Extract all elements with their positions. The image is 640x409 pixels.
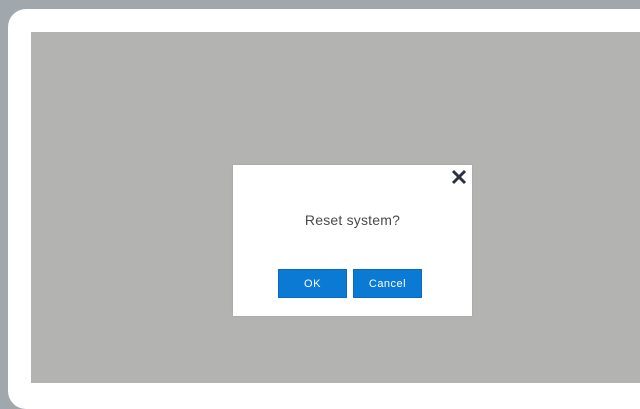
close-button[interactable] (450, 168, 468, 186)
screen-overlay: Reset system? OK Cancel (31, 32, 640, 383)
reset-dialog: Reset system? OK Cancel (233, 165, 472, 316)
dialog-message: Reset system? (304, 212, 401, 228)
close-icon (451, 169, 467, 185)
ok-button[interactable]: OK (278, 269, 347, 298)
cancel-button[interactable]: Cancel (353, 269, 422, 298)
